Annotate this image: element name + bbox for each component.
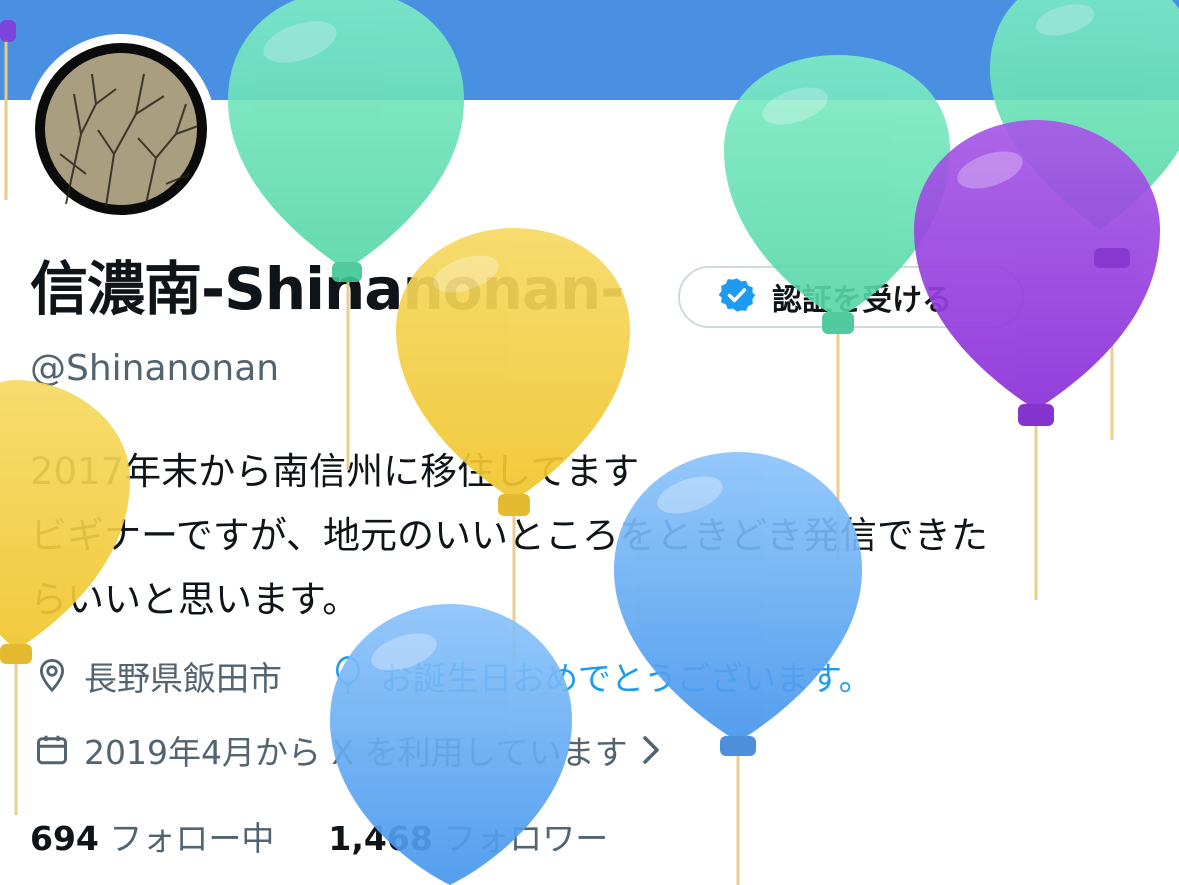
followers-count: 1,468 (328, 819, 433, 858)
location-pin-icon (30, 654, 74, 698)
verified-badge-icon (718, 276, 756, 318)
follow-stats: 694 フォロー中 1,468 フォロワー (30, 812, 608, 860)
joined-row[interactable]: 2019年4月から X を利用しています (30, 726, 662, 774)
avatar[interactable] (26, 34, 216, 224)
get-verified-button[interactable]: 認証を受ける (678, 266, 1024, 328)
user-handle: @Shinanonan (30, 348, 280, 389)
get-verified-label: 認証を受ける (772, 283, 952, 318)
display-name: 信濃南-Shinanonan- (30, 255, 624, 323)
joined-text: 2019年4月から X を利用しています (84, 733, 628, 772)
chevron-right-icon (640, 735, 662, 765)
birthday-text: お誕生日おめでとうございます。 (380, 659, 872, 698)
balloon-icon (326, 654, 370, 698)
birthday-greeting[interactable]: お誕生日おめでとうございます。 (326, 652, 872, 700)
bio: 2017年末から南信州に移住してます ビギナーですが、地元のいいところをときどき… (30, 440, 1140, 632)
profile-meta-row: 長野県飯田市 お誕生日おめでとうございます。 (30, 652, 872, 700)
followers-label: フォロワー (443, 819, 609, 858)
avatar-image (26, 34, 216, 224)
bio-line: 2017年末から南信州に移住してます (30, 450, 640, 493)
bio-line: ビギナーですが、地元のいいところをときどき発信できた (30, 514, 988, 557)
following-link[interactable]: 694 フォロー中 (30, 812, 274, 860)
location-text: 長野県飯田市 (84, 659, 282, 698)
calendar-icon (30, 728, 74, 772)
following-count: 694 (30, 819, 99, 858)
followers-link[interactable]: 1,468 フォロワー (328, 812, 608, 860)
following-label: フォロー中 (109, 819, 275, 858)
bio-line: らいいと思います。 (30, 578, 360, 621)
